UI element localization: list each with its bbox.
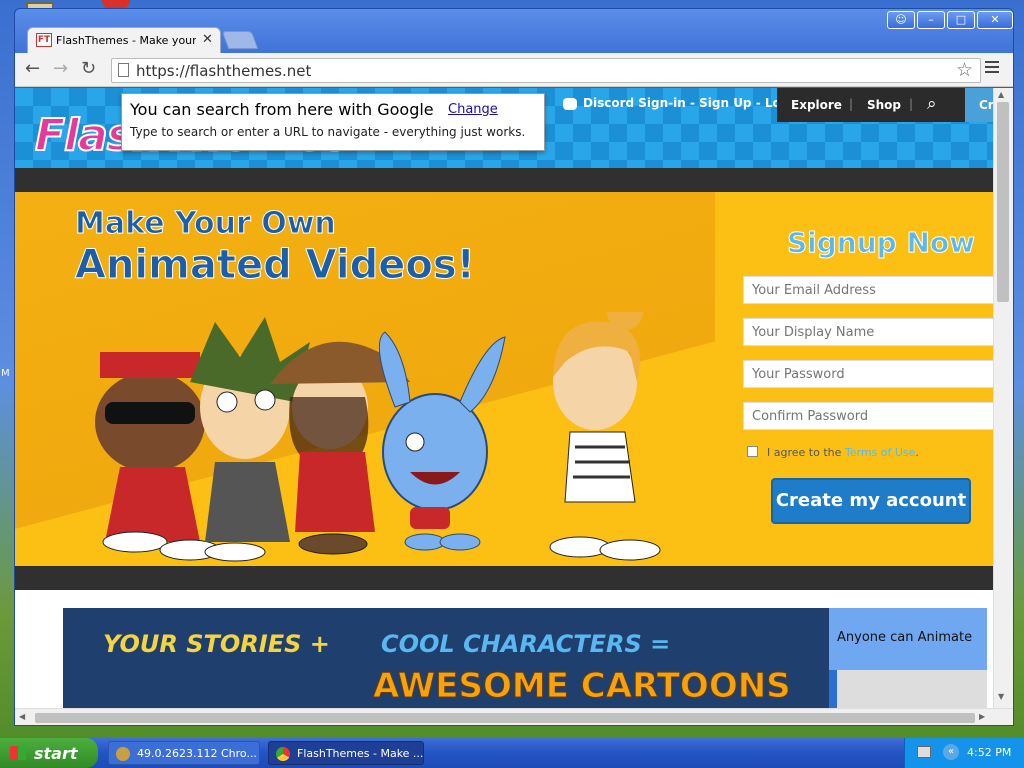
task1-label: 49.0.2623.112 Chro...: [137, 747, 257, 760]
address-text[interactable]: https://flashthemes.net: [136, 62, 311, 80]
confirm-password-field[interactable]: [743, 402, 993, 430]
page-icon: [118, 63, 129, 77]
change-search-link[interactable]: Change: [448, 102, 498, 117]
menu-icon[interactable]: [985, 61, 999, 76]
address-bar[interactable]: https://flashthemes.net ☆: [111, 58, 981, 83]
top-nav: Explore | Shop | ⌕: [777, 88, 965, 122]
taskbar: start 49.0.2623.112 Chro... FlashThemes …: [0, 738, 1024, 768]
terms-checkbox[interactable]: [747, 446, 758, 457]
nav-shop[interactable]: Shop: [867, 98, 901, 112]
banner-text-3: AWESOME CARTOONS: [373, 666, 792, 707]
taskbar-item-installer[interactable]: 49.0.2623.112 Chro...: [108, 741, 260, 765]
close-window-button[interactable]: ✕: [977, 11, 1013, 29]
hscroll-thumb[interactable]: [35, 713, 975, 723]
clock[interactable]: 4:52 PM: [967, 746, 1011, 759]
scroll-left-icon[interactable]: ◀: [19, 712, 25, 721]
hero-bottom-bar: [15, 566, 993, 590]
hero-headline: Make Your Own: [75, 206, 337, 242]
scroll-down-icon[interactable]: ▼: [998, 692, 1004, 701]
tray-expand-icon[interactable]: «: [943, 744, 959, 760]
installer-icon: [116, 747, 130, 761]
discord-login-text: Discord Sign-in - Sign Up - Login: [583, 96, 802, 110]
hero-top-bar: [15, 168, 993, 192]
display-name-field[interactable]: [743, 318, 993, 346]
nav-create[interactable]: Cr: [965, 88, 993, 122]
minimize-button[interactable]: –: [917, 11, 945, 29]
browser-window: ☺ – □ ✕ FT FlashThemes - Make your ow ✕ …: [14, 8, 1014, 726]
hero-headline-2: Animated Videos!: [75, 242, 476, 289]
desktop-edge-text: M: [1, 368, 10, 379]
browser-tab[interactable]: FT FlashThemes - Make your ow ✕: [27, 27, 221, 53]
taskbar-item-chrome[interactable]: FlashThemes - Make ...: [268, 741, 424, 765]
scroll-thumb[interactable]: [997, 102, 1009, 302]
banner-text-1: YOUR STORIES +: [103, 630, 330, 658]
signup-title: Signup Now: [786, 226, 976, 260]
back-icon[interactable]: ←: [25, 59, 40, 79]
email-field[interactable]: [743, 276, 993, 304]
password-field[interactable]: [743, 360, 993, 388]
discord-icon: [563, 97, 577, 110]
create-account-button[interactable]: Create my account: [771, 478, 971, 524]
close-icon[interactable]: ✕: [202, 32, 213, 47]
popup-hint: Type to search or enter a URL to navigat…: [130, 125, 526, 139]
favicon-icon: FT: [36, 33, 52, 47]
popup-message: You can search from here with Google: [130, 100, 434, 119]
hero-section: Make Your Own Animated Videos! Signup No…: [15, 192, 993, 566]
horizontal-scrollbar[interactable]: ◀ ▶: [15, 708, 1013, 725]
windows-flag-icon: [10, 746, 26, 760]
web-page: FlashThemes Discord Sign-in - Sign Up - …: [15, 88, 993, 708]
terms-prefix: I agree to the: [767, 446, 845, 459]
omnibox-suggestion-popup: You can search from here with Google Cha…: [121, 93, 545, 151]
terms-link[interactable]: Terms of Use: [845, 446, 916, 459]
bookmark-star-icon[interactable]: ☆: [956, 59, 973, 81]
maximize-button[interactable]: □: [947, 11, 975, 29]
banner-text-2: COOL CHARACTERS =: [381, 630, 671, 658]
feature-panel[interactable]: Anyone can Animate: [829, 608, 987, 708]
reload-icon[interactable]: ↻: [81, 59, 96, 79]
scroll-right-icon[interactable]: ▶: [979, 712, 985, 721]
start-label: start: [34, 744, 78, 763]
user-icon[interactable]: ☺: [887, 11, 915, 29]
terms-label: I agree to the Terms of Use.: [767, 446, 919, 459]
keyboard-icon[interactable]: [917, 746, 931, 758]
new-tab-button[interactable]: [221, 31, 259, 49]
start-button[interactable]: start: [0, 738, 98, 768]
chrome-icon: [276, 747, 290, 761]
system-tray: « 4:52 PM: [904, 738, 1024, 768]
vertical-scrollbar[interactable]: ▲ ▼: [993, 88, 1013, 708]
nav-separator: |: [849, 97, 854, 111]
title-bar[interactable]: ☺ – □ ✕ FT FlashThemes - Make your ow ✕: [15, 9, 1013, 53]
feature-next-tab[interactable]: [837, 670, 987, 708]
browser-toolbar: ← → ↻ https://flashthemes.net ☆: [15, 53, 1013, 87]
promo-banner[interactable]: YOUR STORIES + COOL CHARACTERS = AWESOME…: [63, 608, 987, 708]
discord-login-link[interactable]: Discord Sign-in - Sign Up - Login: [563, 96, 802, 110]
search-icon[interactable]: ⌕: [927, 94, 937, 114]
terms-suffix: .: [915, 446, 919, 459]
cartoon-characters-image: [95, 312, 661, 562]
forward-icon[interactable]: →: [53, 59, 68, 79]
tab-title: FlashThemes - Make your ow: [56, 34, 196, 47]
task2-label: FlashThemes - Make ...: [297, 747, 424, 760]
nav-explore[interactable]: Explore: [791, 98, 842, 112]
feature-label: Anyone can Animate: [837, 630, 973, 645]
nav-separator: |: [909, 97, 914, 111]
scroll-up-icon[interactable]: ▲: [998, 90, 1004, 99]
